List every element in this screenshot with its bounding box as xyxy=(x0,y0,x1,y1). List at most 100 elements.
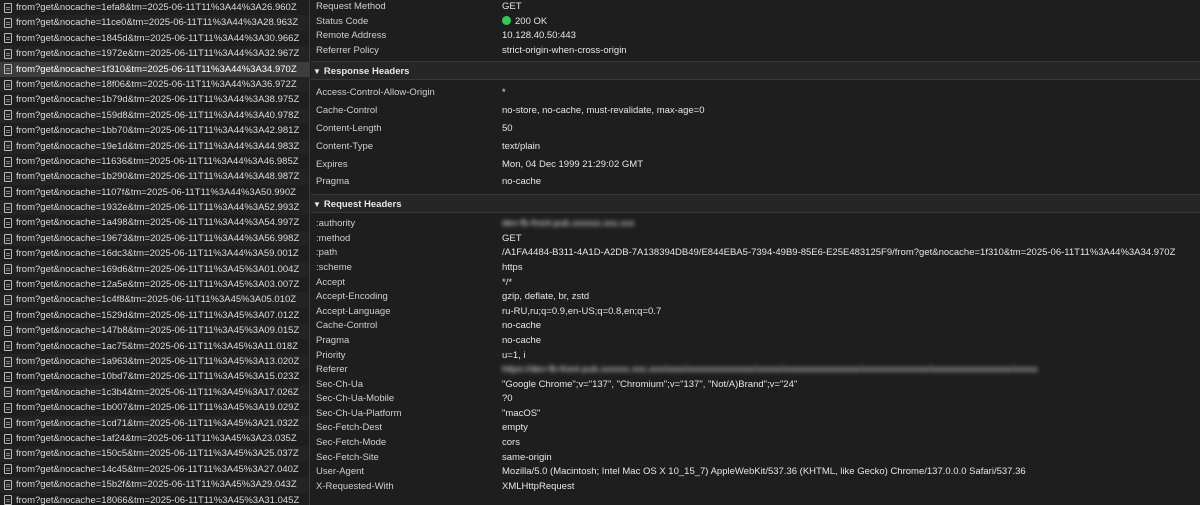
document-icon xyxy=(4,141,12,152)
header-key: Content-Length xyxy=(316,122,382,134)
request-name: from?get&nocache=150c5&tm=2025-06-11T11%… xyxy=(16,448,299,460)
document-icon xyxy=(4,279,12,290)
document-icon xyxy=(4,171,12,182)
request-row[interactable]: from?get&nocache=1b79d&tm=2025-06-11T11%… xyxy=(0,92,309,107)
request-name: from?get&nocache=1972e&tm=2025-06-11T11%… xyxy=(16,48,300,60)
request-list[interactable]: from?get&nocache=1efa8&tm=2025-06-11T11%… xyxy=(0,0,310,505)
request-name: from?get&nocache=1af24&tm=2025-06-11T11%… xyxy=(16,432,297,444)
header-value: gzip, deflate, br, zstd xyxy=(502,291,590,303)
header-value: dev-fb-front-pub.xxxxxx.xxx.xxx xyxy=(502,218,635,230)
request-name: from?get&nocache=11636&tm=2025-06-11T11%… xyxy=(16,155,299,167)
request-header-row: Sec-Ch-Ua-Mobile ?0 xyxy=(311,392,1200,407)
request-headers-toggle[interactable]: ▼ Request Headers xyxy=(311,194,1200,214)
request-row[interactable]: from?get&nocache=1af24&tm=2025-06-11T11%… xyxy=(0,431,309,446)
request-header-row: Sec-Ch-Ua-Platform "macOS" xyxy=(311,407,1200,422)
request-row[interactable]: from?get&nocache=1b290&tm=2025-06-11T11%… xyxy=(0,169,309,185)
header-key: Pragma xyxy=(316,176,350,188)
request-row[interactable]: from?get&nocache=14c45&tm=2025-06-11T11%… xyxy=(0,462,309,477)
header-value: u=1, i xyxy=(502,349,526,361)
header-value: /A1FA4484-B311-4A1D-A2DB-7A138394DB49/E8… xyxy=(502,247,1176,259)
request-row[interactable]: from?get&nocache=1cd71&tm=2025-06-11T11%… xyxy=(0,415,309,431)
document-icon xyxy=(4,95,12,106)
request-header-row: Sec-Ch-Ua "Google Chrome";v="137", "Chrom… xyxy=(311,378,1200,393)
request-name: from?get&nocache=147b8&tm=2025-06-11T11%… xyxy=(16,325,300,337)
document-icon xyxy=(4,495,12,505)
request-row[interactable]: from?get&nocache=1c4f8&tm=2025-06-11T11%… xyxy=(0,292,309,308)
header-value: no-cache xyxy=(502,176,542,188)
request-row[interactable]: from?get&nocache=1a498&tm=2025-06-11T11%… xyxy=(0,215,309,230)
request-row[interactable]: from?get&nocache=159d8&tm=2025-06-11T11%… xyxy=(0,107,309,124)
request-row[interactable]: from?get&nocache=1f310&tm=2025-06-11T11%… xyxy=(0,61,309,77)
document-icon xyxy=(4,341,12,352)
request-row[interactable]: from?get&nocache=19673&tm=2025-06-11T11%… xyxy=(0,230,309,247)
request-row[interactable]: from?get&nocache=1529d&tm=2025-06-11T11%… xyxy=(0,308,309,323)
header-value: cors xyxy=(502,437,520,449)
header-value: same-origin xyxy=(502,451,552,463)
request-header-row: Cache-Control no-cache xyxy=(311,319,1200,334)
status-code-row: Status Code 200 OK xyxy=(311,15,1200,30)
request-headers-list: :authority dev-fb-front-pub.xxxxxx.xxx.xx… xyxy=(311,217,1200,494)
request-row[interactable]: from?get&nocache=1932e&tm=2025-06-11T11%… xyxy=(0,200,309,216)
header-value: */* xyxy=(502,276,513,288)
request-name: from?get&nocache=1b007&tm=2025-06-11T11%… xyxy=(16,402,300,414)
request-name: from?get&nocache=18f06&tm=2025-06-11T11%… xyxy=(16,78,297,90)
document-icon xyxy=(4,79,12,90)
document-icon xyxy=(4,356,12,367)
request-name: from?get&nocache=1efa8&tm=2025-06-11T11%… xyxy=(16,2,297,13)
header-key: Sec-Fetch-Mode xyxy=(316,437,387,449)
request-row[interactable]: from?get&nocache=1bb70&tm=2025-06-11T11%… xyxy=(0,123,309,138)
remote-address-key: Remote Address xyxy=(316,30,387,42)
request-name: from?get&nocache=1b79d&tm=2025-06-11T11%… xyxy=(16,94,300,106)
request-name: from?get&nocache=1c4f8&tm=2025-06-11T11%… xyxy=(16,294,297,306)
request-row[interactable]: from?get&nocache=16dc3&tm=2025-06-11T11%… xyxy=(0,246,309,261)
document-icon xyxy=(4,125,12,136)
document-icon xyxy=(4,64,12,75)
request-name: from?get&nocache=12a5e&tm=2025-06-11T11%… xyxy=(16,279,300,291)
header-key: :path xyxy=(316,247,338,259)
request-name: from?get&nocache=18066&tm=2025-06-11T11%… xyxy=(16,494,300,505)
request-name: from?get&nocache=19673&tm=2025-06-11T11%… xyxy=(16,232,300,244)
request-name: from?get&nocache=1ac75&tm=2025-06-11T11%… xyxy=(16,340,299,352)
request-row[interactable]: from?get&nocache=12a5e&tm=2025-06-11T11%… xyxy=(0,277,309,292)
header-value: no-cache xyxy=(502,320,542,332)
request-row[interactable]: from?get&nocache=1ac75&tm=2025-06-11T11%… xyxy=(0,339,309,354)
request-row[interactable]: from?get&nocache=1972e&tm=2025-06-11T11%… xyxy=(0,46,309,62)
request-row[interactable]: from?get&nocache=18f06&tm=2025-06-11T11%… xyxy=(0,76,309,93)
response-headers-toggle[interactable]: ▼ Response Headers xyxy=(311,61,1200,81)
request-row[interactable]: from?get&nocache=1b007&tm=2025-06-11T11%… xyxy=(0,400,309,415)
request-row[interactable]: from?get&nocache=19e1d&tm=2025-06-11T11%… xyxy=(0,138,309,154)
request-row[interactable]: from?get&nocache=1c3b4&tm=2025-06-11T11%… xyxy=(0,384,309,401)
request-headers-title: Request Headers xyxy=(323,199,402,211)
header-key: Sec-Fetch-Dest xyxy=(316,422,382,434)
request-header-row: User-Agent Mozilla/5.0 (Macintosh; Intel … xyxy=(311,465,1200,480)
request-name: from?get&nocache=16dc3&tm=2025-06-11T11%… xyxy=(16,248,299,260)
request-row[interactable]: from?get&nocache=15b2f&tm=2025-06-11T11%… xyxy=(0,477,309,493)
referrer-policy-key: Referrer Policy xyxy=(316,44,379,56)
request-header-row: Accept */* xyxy=(311,276,1200,291)
header-key: Cache-Control xyxy=(316,320,378,332)
triangle-down-icon: ▼ xyxy=(313,67,321,77)
request-row[interactable]: from?get&nocache=169d6&tm=2025-06-11T11%… xyxy=(0,261,309,278)
request-name: from?get&nocache=19e1d&tm=2025-06-11T11%… xyxy=(16,140,300,152)
request-row[interactable]: from?get&nocache=1845d&tm=2025-06-11T11%… xyxy=(0,31,309,46)
header-key: Expires xyxy=(316,158,348,170)
header-value: text/plain xyxy=(502,140,541,152)
document-icon xyxy=(4,464,12,475)
header-key: :scheme xyxy=(316,261,352,273)
request-header-row: Priority u=1, i xyxy=(311,349,1200,364)
request-row[interactable]: from?get&nocache=11ce0&tm=2025-06-11T11%… xyxy=(0,15,309,31)
request-row[interactable]: from?get&nocache=10bd7&tm=2025-06-11T11%… xyxy=(0,369,309,384)
referrer-policy-row: Referrer Policy strict-origin-when-cross… xyxy=(311,44,1200,59)
headers-panel: Request Method GET Status Code 200 OK Re… xyxy=(311,0,1200,505)
referrer-policy-value: strict-origin-when-cross-origin xyxy=(502,44,627,56)
request-row[interactable]: from?get&nocache=147b8&tm=2025-06-11T11%… xyxy=(0,323,309,339)
request-row[interactable]: from?get&nocache=1107f&tm=2025-06-11T11%… xyxy=(0,185,309,200)
request-row[interactable]: from?get&nocache=11636&tm=2025-06-11T11%… xyxy=(0,154,309,169)
request-row[interactable]: from?get&nocache=150c5&tm=2025-06-11T11%… xyxy=(0,446,309,462)
document-icon xyxy=(4,2,12,13)
remote-address-row: Remote Address 10.128.40.50:443 xyxy=(311,29,1200,44)
request-row[interactable]: from?get&nocache=1a963&tm=2025-06-11T11%… xyxy=(0,353,309,370)
request-row[interactable]: from?get&nocache=1efa8&tm=2025-06-11T11%… xyxy=(0,0,309,15)
request-row[interactable]: from?get&nocache=18066&tm=2025-06-11T11%… xyxy=(0,493,309,505)
header-value: "macOS" xyxy=(502,407,541,419)
